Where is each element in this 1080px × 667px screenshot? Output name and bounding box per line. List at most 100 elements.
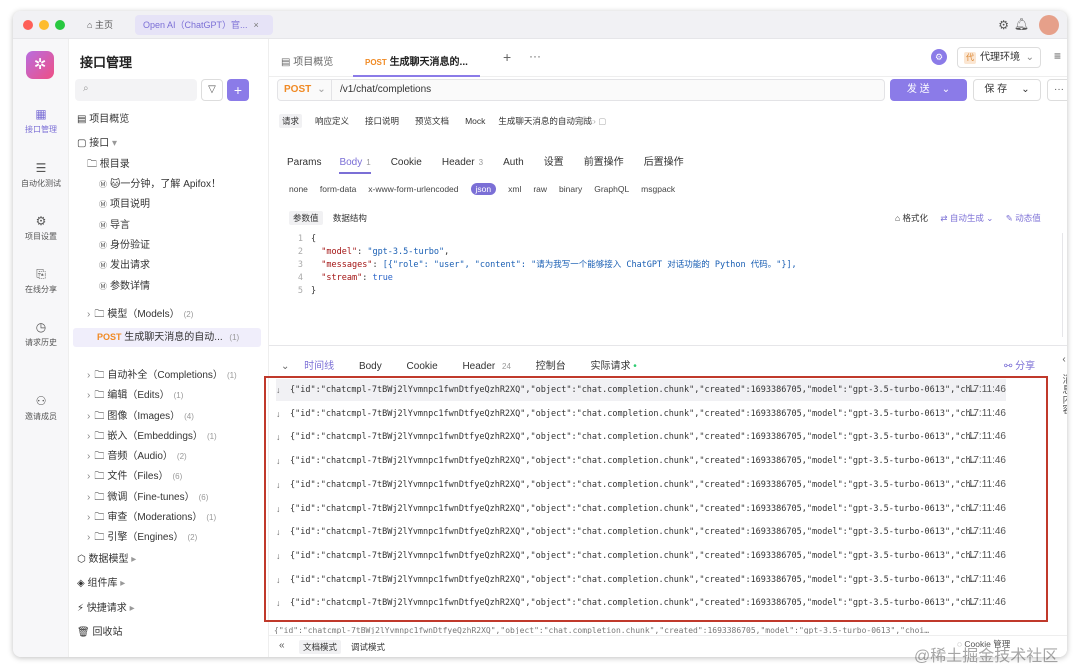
save-button[interactable]: 保 存 ⌄ xyxy=(973,79,1041,101)
method-select[interactable]: POST ⌄ xyxy=(278,80,332,100)
body-type-json[interactable]: json xyxy=(470,183,497,195)
timeline-row[interactable]: ↓ {"id":"chatcmpl-7tBWj2lYvmnpc1fwnDtfyeQ… xyxy=(276,426,1006,448)
tab-resp-header[interactable]: Header 24 xyxy=(462,361,511,372)
timeline-row[interactable]: ↓ {"id":"chatcmpl-7tBWj2lYvmnpc1fwnDtfyeQ… xyxy=(276,379,1006,401)
doc-mode-button[interactable]: 文档模式 xyxy=(299,640,342,654)
body-type-GraphQL[interactable]: GraphQL xyxy=(594,184,629,194)
tree-data-models[interactable]: ⬡ 数据模型 ▸ xyxy=(77,551,136,569)
timeline-row[interactable]: ↓ {"id":"chatcmpl-7tBWj2lYvmnpc1fwnDtfyeQ… xyxy=(276,498,1006,520)
tab-active-endpoint[interactable]: POST 生成聊天消息的... xyxy=(353,47,480,77)
tab-resp-body[interactable]: Body xyxy=(359,361,382,372)
tab-data-structure[interactable]: 数据结构 xyxy=(329,211,371,225)
filter-button[interactable]: ▽ xyxy=(201,79,223,101)
tab-console[interactable]: 控制台 xyxy=(536,361,566,372)
param-tab-0[interactable]: Params xyxy=(287,157,321,168)
rail-history[interactable]: ◷ 请求历史 xyxy=(13,320,69,348)
timeline-row[interactable]: ↓ {"id":"chatcmpl-7tBWj2lYvmnpc1fwnDtfyeQ… xyxy=(276,474,1006,496)
close-tab-icon[interactable]: × xyxy=(254,20,259,30)
url-input[interactable]: /v1/chat/completions xyxy=(340,80,431,100)
add-button[interactable]: + xyxy=(227,79,249,101)
subtab-4[interactable]: Mock xyxy=(462,114,488,128)
env-status-icon[interactable]: ⚙ xyxy=(931,49,947,65)
subtab-2[interactable]: 接口说明 xyxy=(362,114,402,128)
tab-timeline[interactable]: 时间线 xyxy=(304,361,334,372)
tree-component-library[interactable]: ◈ 组件库 ▸ xyxy=(77,575,125,593)
format-button[interactable]: ⌂ 格式化 xyxy=(895,213,928,223)
share-button[interactable]: ⚯ 分享 xyxy=(1004,357,1035,372)
collapse-sidebar-icon[interactable]: « xyxy=(279,640,285,651)
timeline-row[interactable]: ↓ {"id":"chatcmpl-7tBWj2lYvmnpc1fwnDtfyeQ… xyxy=(276,592,1006,614)
rail-settings[interactable]: ⚙ 项目设置 xyxy=(13,214,69,242)
tree-doc-item[interactable]: Ⓜ 🐱一分钟，了解 Apifox！ xyxy=(99,176,221,194)
timeline-row[interactable]: ↓ {"id":"chatcmpl-7tBWj2lYvmnpc1fwnDtfyeQ… xyxy=(276,450,1006,472)
copy-link-icon[interactable]: 🔗︎ ‹› ▢ xyxy=(577,116,606,127)
rail-automation[interactable]: ☰ 自动化测试 xyxy=(13,161,69,189)
splitter[interactable] xyxy=(269,345,1067,346)
rail-share[interactable]: ⎘ 在线分享 xyxy=(13,267,69,295)
tree-folder[interactable]: › 🗀︎ 图像（Images） (4) xyxy=(87,408,194,426)
timeline-row[interactable]: ↓ {"id":"chatcmpl-7tBWj2lYvmnpc1fwnDtfyeQ… xyxy=(276,403,1006,425)
tree-root-folder[interactable]: 🗀︎ 根目录 xyxy=(87,156,130,174)
tab-param-value[interactable]: 参数值 xyxy=(289,211,323,225)
rail-invite[interactable]: ⚇ 邀请成员 xyxy=(13,394,69,422)
settings-gear-icon[interactable]: ⚙ xyxy=(998,18,1009,32)
dynamic-value-button[interactable]: ✎ 动态值 xyxy=(1006,213,1041,223)
tab-actual-request[interactable]: 实际请求 • xyxy=(591,361,637,372)
tab-home[interactable]: ⌂ 主页 xyxy=(79,15,121,35)
timeline-row[interactable]: ↓ {"id":"chatcmpl-7tBWj2lYvmnpc1fwnDtfyeQ… xyxy=(276,521,1006,543)
tree-folder[interactable]: › 🗀︎ 引擎（Engines） (2) xyxy=(87,529,197,547)
param-tab-2[interactable]: Cookie xyxy=(391,157,422,168)
body-type-x-www-form-urlencoded[interactable]: x-www-form-urlencoded xyxy=(368,184,458,194)
param-tab-7[interactable]: 后置操作 xyxy=(644,157,684,168)
tab-openai-project[interactable]: Open AI（ChatGPT）官... × xyxy=(135,15,273,35)
tree-quick-request[interactable]: ⚡︎ 快捷请求 ▸ xyxy=(77,600,135,618)
param-tab-6[interactable]: 前置操作 xyxy=(584,157,624,168)
tree-folder[interactable]: › 🗀︎ 模型（Models） (2) xyxy=(87,306,193,324)
param-tab-4[interactable]: Auth xyxy=(503,157,524,168)
subtab-0[interactable]: 请求 xyxy=(279,114,303,128)
auto-generate-button[interactable]: ⇄ 自动生成 ⌄ xyxy=(940,213,993,223)
subtab-3[interactable]: 预览文档 xyxy=(412,114,452,128)
tree-folder[interactable]: › 🗀︎ 审查（Moderations） (1) xyxy=(87,509,216,527)
tree-folder[interactable]: › 🗀︎ 自动补全（Completions） (1) xyxy=(87,367,237,385)
tree-interfaces[interactable]: ▢ 接口 ▾ xyxy=(77,135,117,153)
body-type-binary[interactable]: binary xyxy=(559,184,582,194)
timeline-row[interactable]: ↓ {"id":"chatcmpl-7tBWj2lYvmnpc1fwnDtfyeQ… xyxy=(276,545,1006,567)
more-tabs-button[interactable]: ··· xyxy=(529,49,541,63)
timeline-row[interactable]: ↓ {"id":"chatcmpl-7tBWj2lYvmnpc1fwnDtfyeQ… xyxy=(276,569,1006,591)
tab-resp-cookie[interactable]: Cookie xyxy=(407,361,438,372)
tree-doc-item[interactable]: Ⓜ 项目说明 xyxy=(99,196,150,214)
tree-folder[interactable]: › 🗀︎ 编辑（Edits） (1) xyxy=(87,387,183,405)
tree-search-input[interactable]: ⌕ xyxy=(75,79,197,101)
close-window-button[interactable] xyxy=(23,20,33,30)
tree-overview[interactable]: ▤ 项目概览 xyxy=(77,111,129,129)
body-type-none[interactable]: none xyxy=(289,184,308,194)
tree-doc-item[interactable]: Ⓜ 发出请求 xyxy=(99,257,150,275)
tree-folder[interactable]: › 🗀︎ 文件（Files） (6) xyxy=(87,468,182,486)
notification-bell-icon[interactable]: 🔔︎ xyxy=(1014,17,1029,31)
param-tab-1[interactable]: Body 1 xyxy=(339,157,371,174)
body-type-form-data[interactable]: form-data xyxy=(320,184,356,194)
tree-trash[interactable]: 🗑︎ 回收站 xyxy=(77,624,122,642)
new-tab-button[interactable]: + xyxy=(503,49,511,65)
env-select[interactable]: 代代理环境 ⌄ xyxy=(957,47,1041,68)
param-tab-5[interactable]: 设置 xyxy=(544,157,564,168)
tree-folder[interactable]: › 🗀︎ 嵌入（Embeddings） (1) xyxy=(87,428,217,446)
body-type-msgpack[interactable]: msgpack xyxy=(641,184,675,194)
json-body-editor[interactable]: 1{ 2 "model": "gpt-3.5-turbo", 3 "messag… xyxy=(275,233,1063,337)
tree-folder[interactable]: › 🗀︎ 微调（Fine-tunes） (6) xyxy=(87,489,208,507)
tree-folder[interactable]: › 🗀︎ 音频（Audio） (2) xyxy=(87,448,187,466)
maximize-window-button[interactable] xyxy=(55,20,65,30)
subtab-1[interactable]: 响应定义 xyxy=(312,114,352,128)
more-actions-button[interactable]: ··· xyxy=(1047,79,1067,101)
project-logo[interactable]: ✲ xyxy=(26,51,54,79)
tree-doc-item[interactable]: Ⓜ 导言 xyxy=(99,217,130,235)
tree-active-endpoint[interactable]: POST 生成聊天消息的自动... (1) xyxy=(73,328,261,347)
tab-overview[interactable]: ▤ 项目概览 xyxy=(281,53,333,68)
debug-mode-button[interactable]: 调试模式 xyxy=(347,640,389,654)
avatar[interactable] xyxy=(1039,15,1059,35)
tree-doc-item[interactable]: Ⓜ 身份验证 xyxy=(99,237,150,255)
collapse-chevron-icon[interactable]: ⌄ xyxy=(281,361,289,372)
rail-api[interactable]: ▦ 接口管理 xyxy=(13,107,69,135)
body-type-raw[interactable]: raw xyxy=(533,184,547,194)
